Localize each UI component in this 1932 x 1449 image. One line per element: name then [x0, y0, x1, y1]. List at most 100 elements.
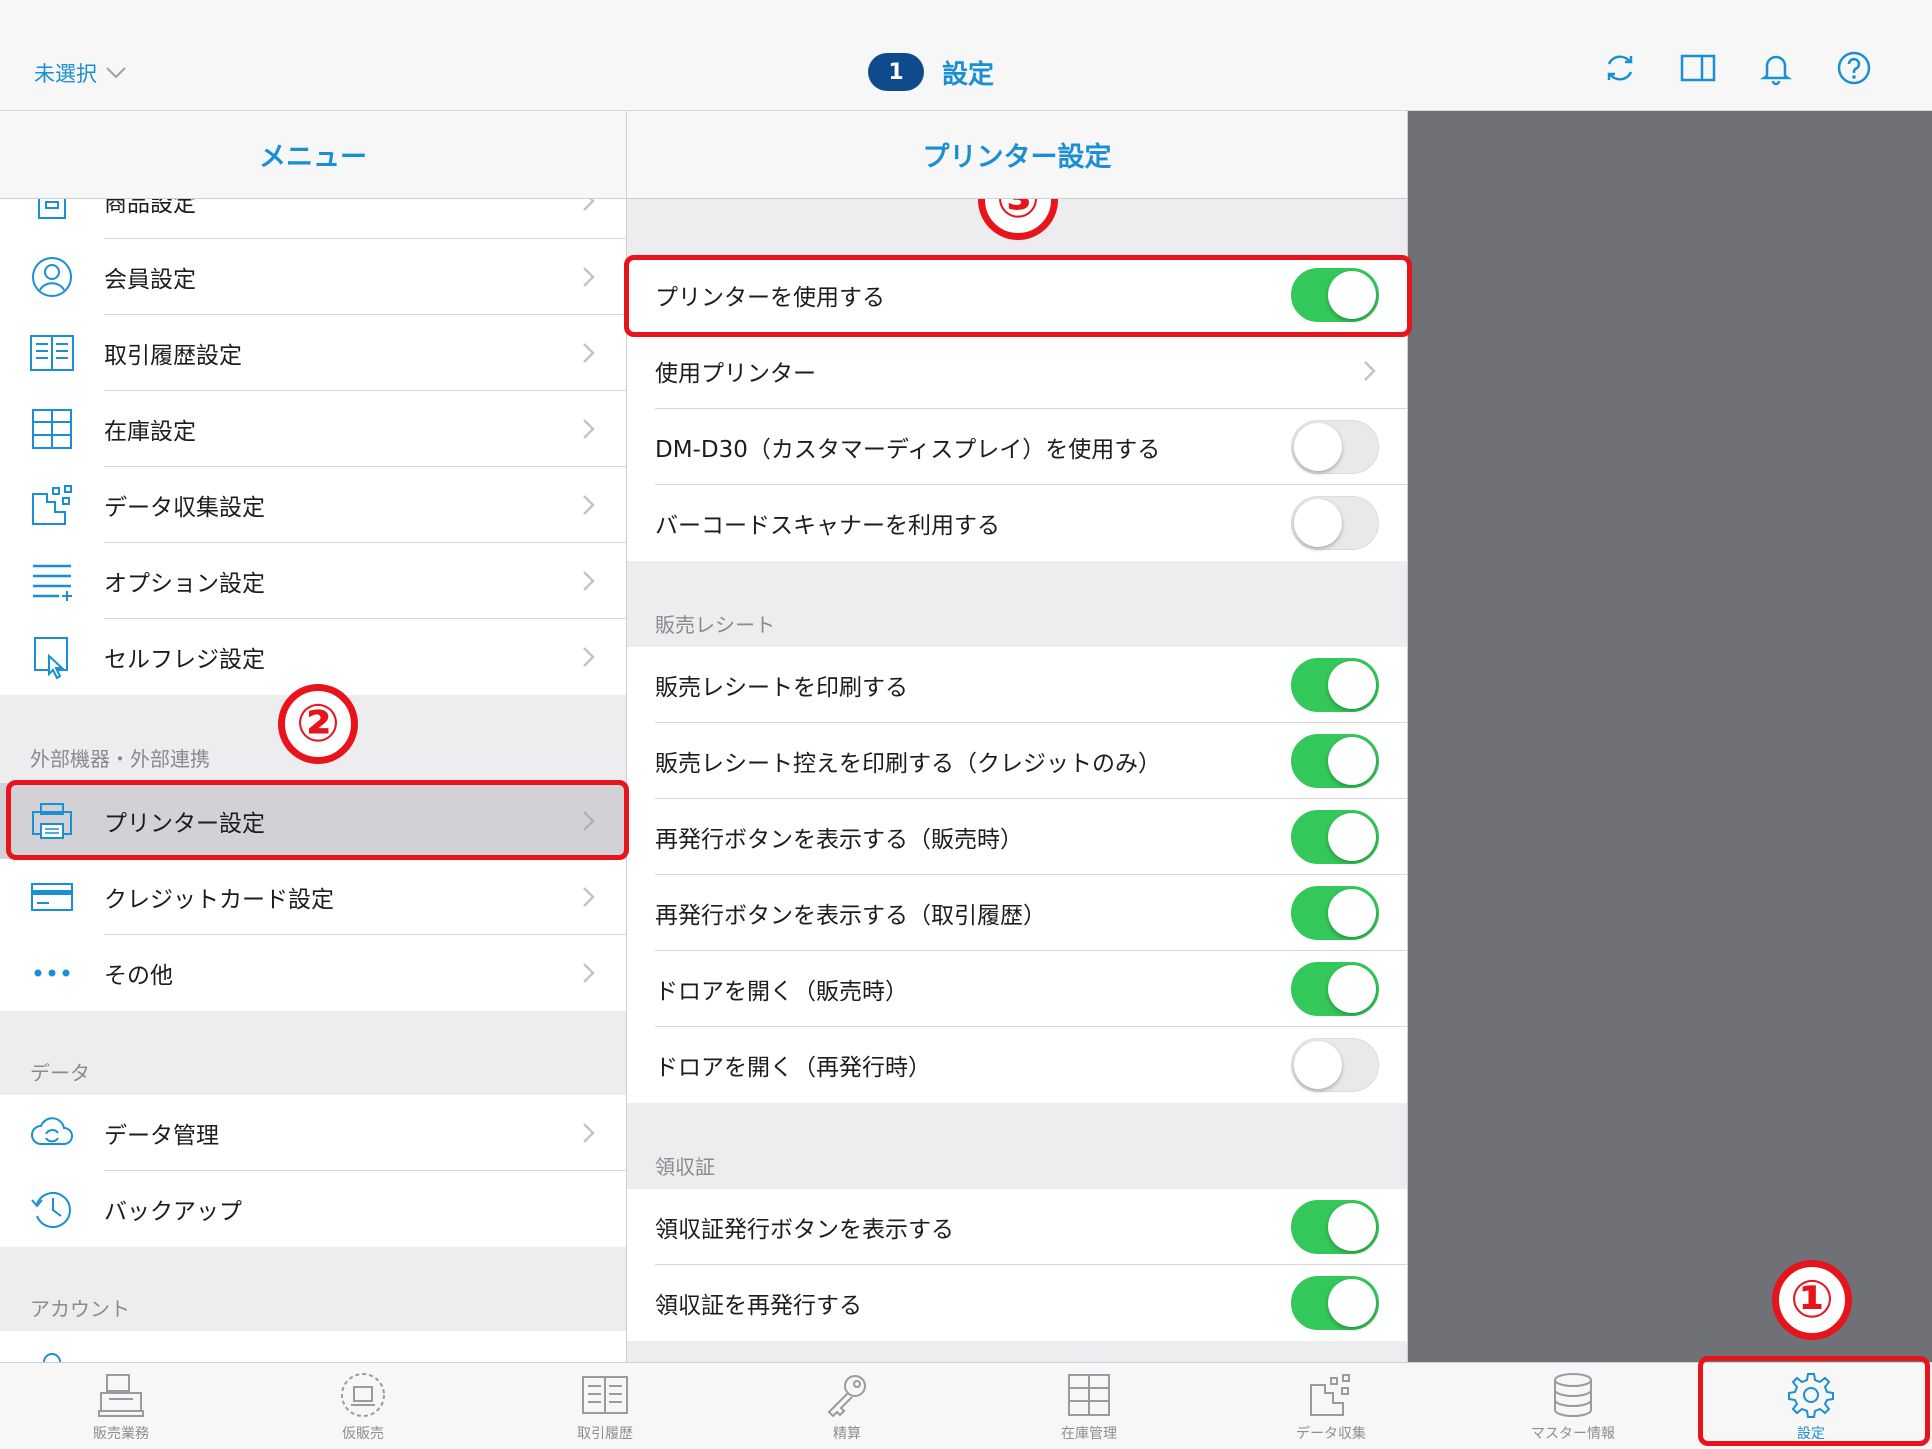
print-receipt-copy-toggle[interactable] — [1291, 734, 1379, 788]
credit-card-icon — [31, 883, 73, 911]
menu-item-label: 在庫設定 — [104, 419, 196, 445]
row-label: 使用プリンター — [655, 361, 816, 387]
tab-label: 販売業務 — [93, 1426, 149, 1442]
inventory-icon — [1068, 1374, 1110, 1416]
tab-label: マスター情報 — [1531, 1426, 1615, 1442]
tab-history[interactable]: 取引履歴 — [484, 1371, 726, 1449]
gear-icon — [1788, 1373, 1834, 1418]
tab-settings[interactable]: 設定 — [1690, 1371, 1932, 1449]
chevron-right-icon — [583, 647, 595, 667]
section-header-data: データ — [30, 1061, 90, 1085]
open-drawer-sale-toggle[interactable] — [1291, 962, 1379, 1016]
row-label: ドロアを開く（再発行時） — [655, 1055, 931, 1081]
register-icon — [98, 1374, 144, 1417]
row-reissue-invoice[interactable]: 領収証を再発行する — [627, 1265, 1407, 1341]
row-selected-printer[interactable]: 使用プリンター — [627, 333, 1407, 409]
tab-master-info[interactable]: マスター情報 — [1452, 1371, 1694, 1449]
row-open-drawer-reissue[interactable]: ドロアを開く（再発行時） — [627, 1027, 1407, 1103]
menu-item-member-settings[interactable]: 会員設定 — [0, 239, 626, 315]
top-actions — [1602, 50, 1872, 86]
row-print-receipt[interactable]: 販売レシートを印刷する — [627, 647, 1407, 723]
open-drawer-reissue-toggle[interactable] — [1291, 1038, 1379, 1092]
tab-label: 設定 — [1797, 1426, 1825, 1442]
split-view-icon — [1680, 54, 1716, 82]
menu-item-backup[interactable]: バックアップ — [0, 1171, 626, 1247]
split-view-button[interactable] — [1680, 50, 1716, 86]
menu-item-label: バックアップ — [104, 1199, 242, 1225]
help-button[interactable] — [1836, 50, 1872, 86]
menu-item-account[interactable] — [0, 1331, 626, 1362]
reissue-button-history-toggle[interactable] — [1291, 886, 1379, 940]
app-root: 未選択 1 設定 メニュー 商品設定 会員設定 取引履歴設定 在庫設定 データ収… — [0, 0, 1932, 1449]
row-label: バーコードスキャナーを利用する — [655, 513, 1000, 539]
refresh-button[interactable] — [1602, 50, 1638, 86]
tab-data-collection[interactable]: データ収集 — [1210, 1371, 1452, 1449]
menu-item-label: データ収集設定 — [104, 495, 265, 521]
inventory-icon — [32, 409, 72, 449]
row-reissue-button-sale[interactable]: 再発行ボタンを表示する（販売時） — [627, 799, 1407, 875]
menu-item-data-collection-settings[interactable]: データ収集設定 — [0, 467, 626, 543]
customer-display-toggle[interactable] — [1291, 420, 1379, 474]
menu-item-history-settings[interactable]: 取引履歴設定 — [0, 315, 626, 391]
reissue-button-sale-toggle[interactable] — [1291, 810, 1379, 864]
printer-icon — [32, 803, 72, 839]
menu-item-label: 取引履歴設定 — [104, 343, 242, 369]
tab-temp-sale[interactable]: 仮販売 — [242, 1371, 484, 1449]
menu-item-inventory-settings[interactable]: 在庫設定 — [0, 391, 626, 467]
menu-item-printer-settings[interactable]: プリンター設定 — [0, 783, 626, 859]
database-icon — [1554, 1373, 1592, 1417]
data-collection-icon — [1310, 1374, 1350, 1416]
row-open-drawer-sale[interactable]: ドロアを開く（販売時） — [627, 951, 1407, 1027]
key-icon — [827, 1375, 866, 1418]
row-label: DM-D30（カスタマーディスプレイ）を使用する — [655, 437, 1161, 463]
row-reissue-button-history[interactable]: 再発行ボタンを表示する（取引履歴） — [627, 875, 1407, 951]
menu-item-option-settings[interactable]: オプション設定 — [0, 543, 626, 619]
row-invoice-button[interactable]: 領収証発行ボタンを表示する — [627, 1189, 1407, 1265]
chevron-right-icon — [583, 343, 595, 363]
menu-item-data-management[interactable]: データ管理 — [0, 1095, 626, 1171]
temp-sale-icon — [341, 1373, 385, 1417]
history-book-icon — [582, 1376, 628, 1414]
row-print-receipt-copy[interactable]: 販売レシート控えを印刷する（クレジットのみ） — [627, 723, 1407, 799]
menu-item-label: 会員設定 — [104, 267, 196, 293]
chevron-down-icon — [106, 67, 126, 79]
row-label: 販売レシート控えを印刷する（クレジットのみ） — [655, 751, 1161, 777]
chevron-right-icon — [583, 811, 595, 831]
use-printer-toggle[interactable] — [1291, 268, 1379, 322]
step-2-marker: ② — [278, 684, 358, 764]
row-barcode-scanner[interactable]: バーコードスキャナーを利用する — [627, 485, 1407, 561]
row-customer-display[interactable]: DM-D30（カスタマーディスプレイ）を使用する — [627, 409, 1407, 485]
row-use-printer[interactable]: プリンターを使用する — [627, 257, 1407, 333]
tab-settlement[interactable]: 精算 — [726, 1371, 968, 1449]
print-receipt-toggle[interactable] — [1291, 658, 1379, 712]
menu-item-other[interactable]: その他 — [0, 935, 626, 1011]
section-header-account: アカウント — [30, 1297, 130, 1321]
tab-sales[interactable]: 販売業務 — [0, 1371, 242, 1449]
section-header-external: 外部機器・外部連携 — [30, 747, 210, 771]
printer-settings-panel: プリンター設定 プリンターを使用する 使用プリンター DM-D30（カスタマーデ… — [627, 111, 1408, 1362]
top-navigation-bar: 未選択 1 設定 — [0, 0, 1932, 111]
row-label: ドロアを開く（販売時） — [655, 979, 908, 1005]
section-header-invoice: 領収証 — [655, 1155, 715, 1179]
menu-item-label: データ管理 — [104, 1123, 219, 1149]
tab-inventory[interactable]: 在庫管理 — [968, 1371, 1210, 1449]
cloud-sync-icon — [31, 1117, 73, 1145]
notification-button[interactable] — [1758, 50, 1794, 86]
menu-item-label: プリンター設定 — [104, 811, 265, 837]
empty-content-area — [1408, 111, 1932, 1362]
chevron-right-icon — [583, 495, 595, 515]
chevron-right-icon — [583, 1123, 595, 1143]
row-label: 再発行ボタンを表示する（販売時） — [655, 827, 1023, 853]
menu-item-label: セルフレジ設定 — [104, 647, 265, 673]
section-header-receipt: 販売レシート — [655, 613, 775, 637]
menu-item-credit-card-settings[interactable]: クレジットカード設定 — [0, 859, 626, 935]
store-selector[interactable]: 未選択 — [34, 58, 127, 88]
menu-title: メニュー — [0, 111, 626, 199]
invoice-button-toggle[interactable] — [1291, 1200, 1379, 1254]
row-label: 領収証発行ボタンを表示する — [655, 1217, 954, 1243]
member-icon — [32, 257, 72, 297]
barcode-scanner-toggle[interactable] — [1291, 496, 1379, 550]
store-selector-label: 未選択 — [34, 62, 97, 86]
tab-label: データ収集 — [1296, 1426, 1366, 1442]
reissue-invoice-toggle[interactable] — [1291, 1276, 1379, 1330]
